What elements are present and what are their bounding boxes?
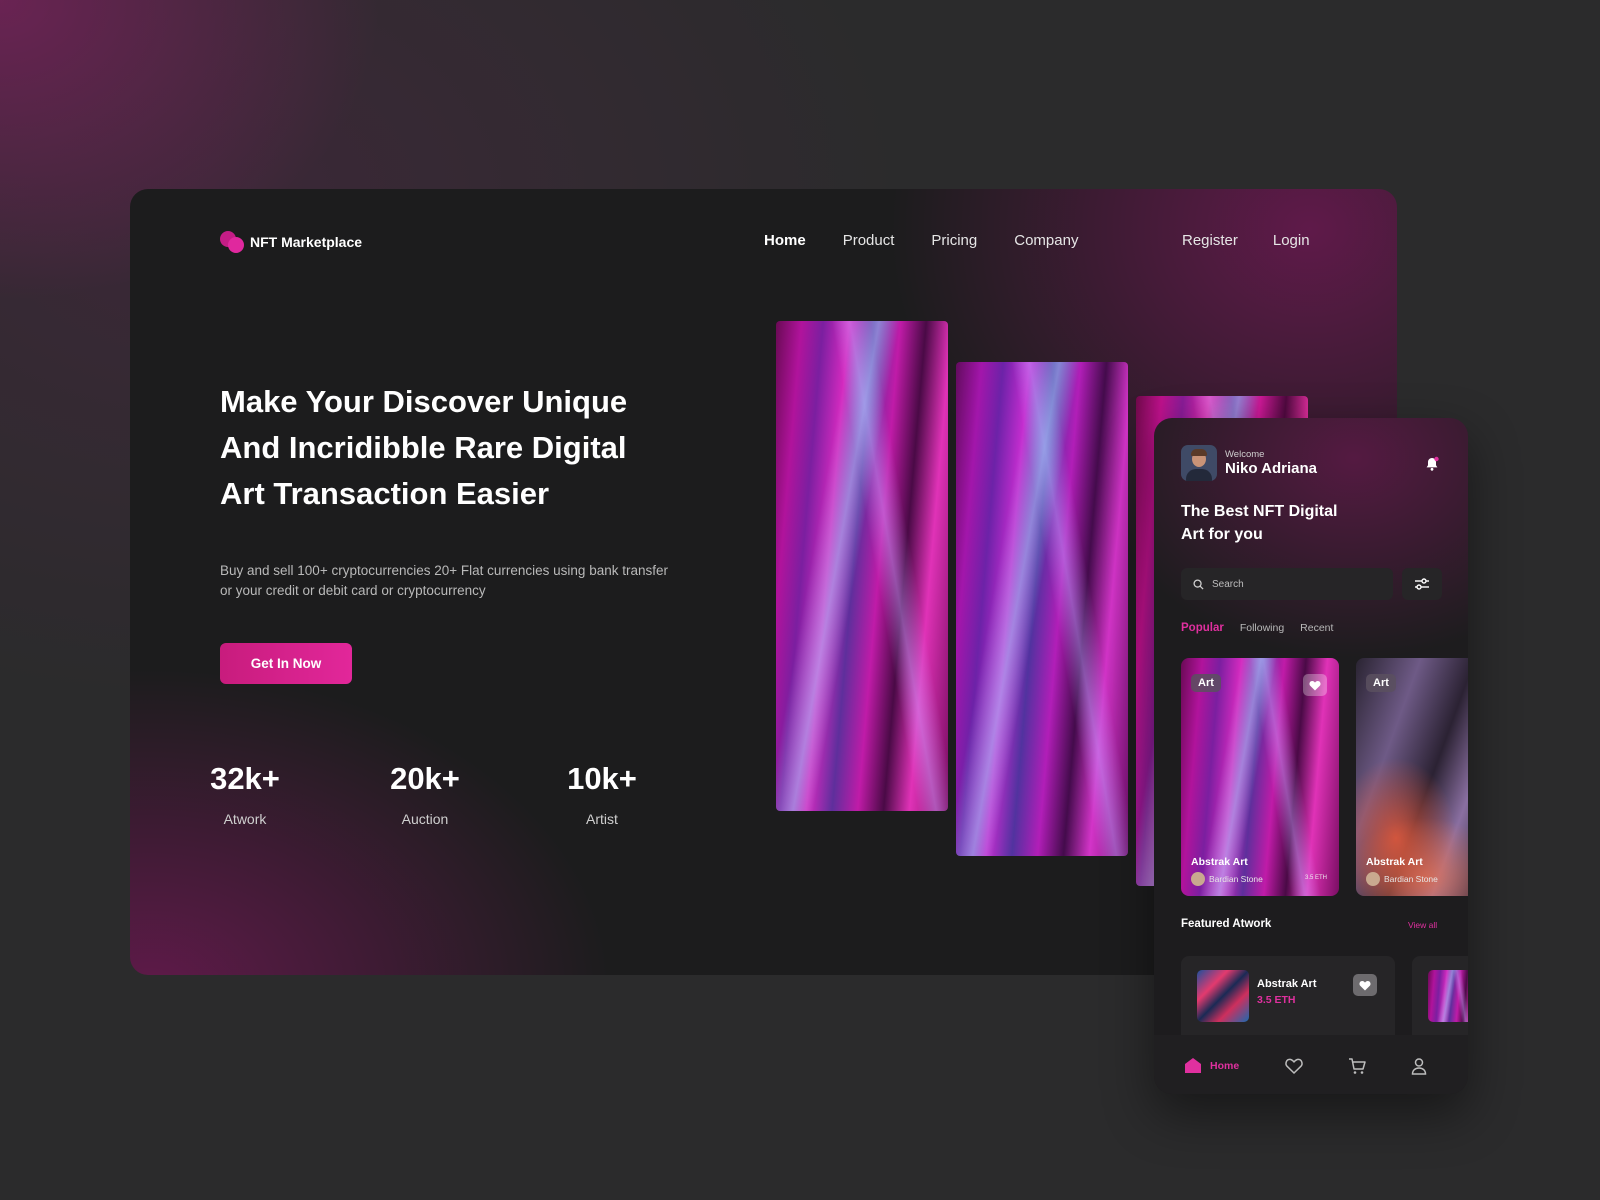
nft-card[interactable]: Art Abstrak Art Bardian Stone 3.5 ETH: [1181, 658, 1339, 896]
favorite-button[interactable]: [1353, 974, 1377, 996]
category-tabs: Popular Following Recent: [1181, 622, 1333, 634]
search-field[interactable]: [1181, 568, 1393, 600]
bell-icon[interactable]: [1424, 456, 1440, 472]
artwork-panel-1[interactable]: [776, 321, 948, 811]
stat-label: Artist: [586, 811, 618, 827]
heart-icon: [1359, 980, 1371, 990]
stat-label: Auction: [401, 811, 449, 827]
mobile-app-mockup: Welcome Niko Adriana The Best NFT Digita…: [1154, 418, 1468, 1094]
bottom-nav-home[interactable]: Home: [1184, 1057, 1239, 1074]
stat-value: 20k+: [390, 761, 460, 796]
filter-button[interactable]: [1402, 568, 1442, 600]
nav-link-product[interactable]: Product: [843, 232, 895, 249]
hero-title-line-3: Art Transaction Easier: [220, 476, 550, 511]
top-nav: NFT Marketplace Home Product Pricing Com…: [130, 189, 1397, 289]
stat-value: 32k+: [210, 761, 280, 796]
get-in-now-button[interactable]: Get In Now: [220, 643, 352, 684]
tab-recent[interactable]: Recent: [1300, 622, 1333, 634]
logo[interactable]: NFT Marketplace: [220, 231, 362, 253]
user-name: Niko Adriana: [1225, 460, 1317, 477]
stat-label: Atwork: [223, 811, 267, 827]
card-title: Abstrak Art: [1366, 856, 1423, 868]
auth-links: Register Login: [1182, 232, 1310, 249]
stat-artist: 10k+ Artist: [542, 761, 662, 827]
tab-following[interactable]: Following: [1240, 622, 1284, 634]
featured-title: Featured Atwork: [1181, 918, 1272, 930]
mobile-headline: The Best NFT Digital Art for you: [1181, 500, 1381, 546]
view-all-link[interactable]: View all: [1408, 920, 1437, 930]
nav-link-home[interactable]: Home: [764, 232, 806, 249]
featured-item-title: Abstrak Art: [1257, 978, 1317, 990]
author-avatar: [1366, 872, 1380, 886]
author-avatar: [1191, 872, 1205, 886]
hero-description: Buy and sell 100+ cryptocurrencies 20+ F…: [220, 563, 668, 598]
hero-title-line-1: Make Your Discover Unique: [220, 384, 628, 419]
heart-icon: [1309, 680, 1321, 690]
stat-artwork: 32k+ Atwork: [185, 761, 305, 827]
bottom-nav-home-label: Home: [1210, 1059, 1240, 1072]
sliders-icon: [1415, 578, 1429, 590]
nav-link-pricing[interactable]: Pricing: [931, 232, 977, 249]
category-tag: Art: [1191, 674, 1221, 692]
category-tag: Art: [1366, 674, 1396, 692]
register-link[interactable]: Register: [1182, 232, 1238, 249]
featured-item[interactable]: Abstrak Art 3.5 ETH: [1181, 956, 1395, 1046]
user-icon[interactable]: [1409, 1056, 1429, 1076]
hero-title: Make Your Discover Unique And Incridibbl…: [220, 379, 680, 517]
featured-item-price: 3.5 ETH: [1257, 994, 1296, 1006]
artwork-panel-2[interactable]: [956, 362, 1128, 856]
nav-links: Home Product Pricing Company: [764, 232, 1078, 249]
hero-title-line-2: And Incridibble Rare Digital: [220, 430, 627, 465]
bottom-nav: Home: [1154, 1035, 1468, 1094]
stat-auction: 20k+ Auction: [365, 761, 485, 827]
favorite-button[interactable]: [1303, 674, 1327, 696]
featured-thumbnail: [1428, 970, 1468, 1022]
featured-thumbnail: [1197, 970, 1249, 1022]
nav-link-company[interactable]: Company: [1014, 232, 1078, 249]
card-title: Abstrak Art: [1191, 856, 1248, 868]
nft-card[interactable]: Art Abstrak Art Bardian Stone: [1356, 658, 1468, 896]
card-author: Bardian Stone: [1366, 872, 1438, 886]
login-link[interactable]: Login: [1273, 232, 1310, 249]
featured-item[interactable]: [1412, 956, 1468, 1046]
logo-mark-icon: [220, 231, 244, 253]
author-name: Bardian Stone: [1384, 874, 1438, 884]
welcome-label: Welcome: [1225, 449, 1265, 460]
card-author: Bardian Stone: [1191, 872, 1263, 886]
mobile-headline-line-1: The Best NFT Digital: [1181, 503, 1338, 520]
author-name: Bardian Stone: [1209, 874, 1263, 884]
heart-icon[interactable]: [1284, 1056, 1304, 1076]
cart-icon[interactable]: [1347, 1056, 1367, 1076]
search-input[interactable]: [1212, 578, 1372, 590]
tab-popular[interactable]: Popular: [1181, 622, 1224, 634]
home-icon: [1185, 1058, 1201, 1073]
card-price: 3.5 ETH: [1304, 875, 1327, 881]
brand-name: NFT Marketplace: [250, 234, 363, 250]
stat-value: 10k+: [567, 761, 637, 796]
mobile-headline-line-2: Art for you: [1181, 526, 1263, 543]
search-icon: [1193, 578, 1204, 590]
avatar[interactable]: [1181, 445, 1217, 481]
